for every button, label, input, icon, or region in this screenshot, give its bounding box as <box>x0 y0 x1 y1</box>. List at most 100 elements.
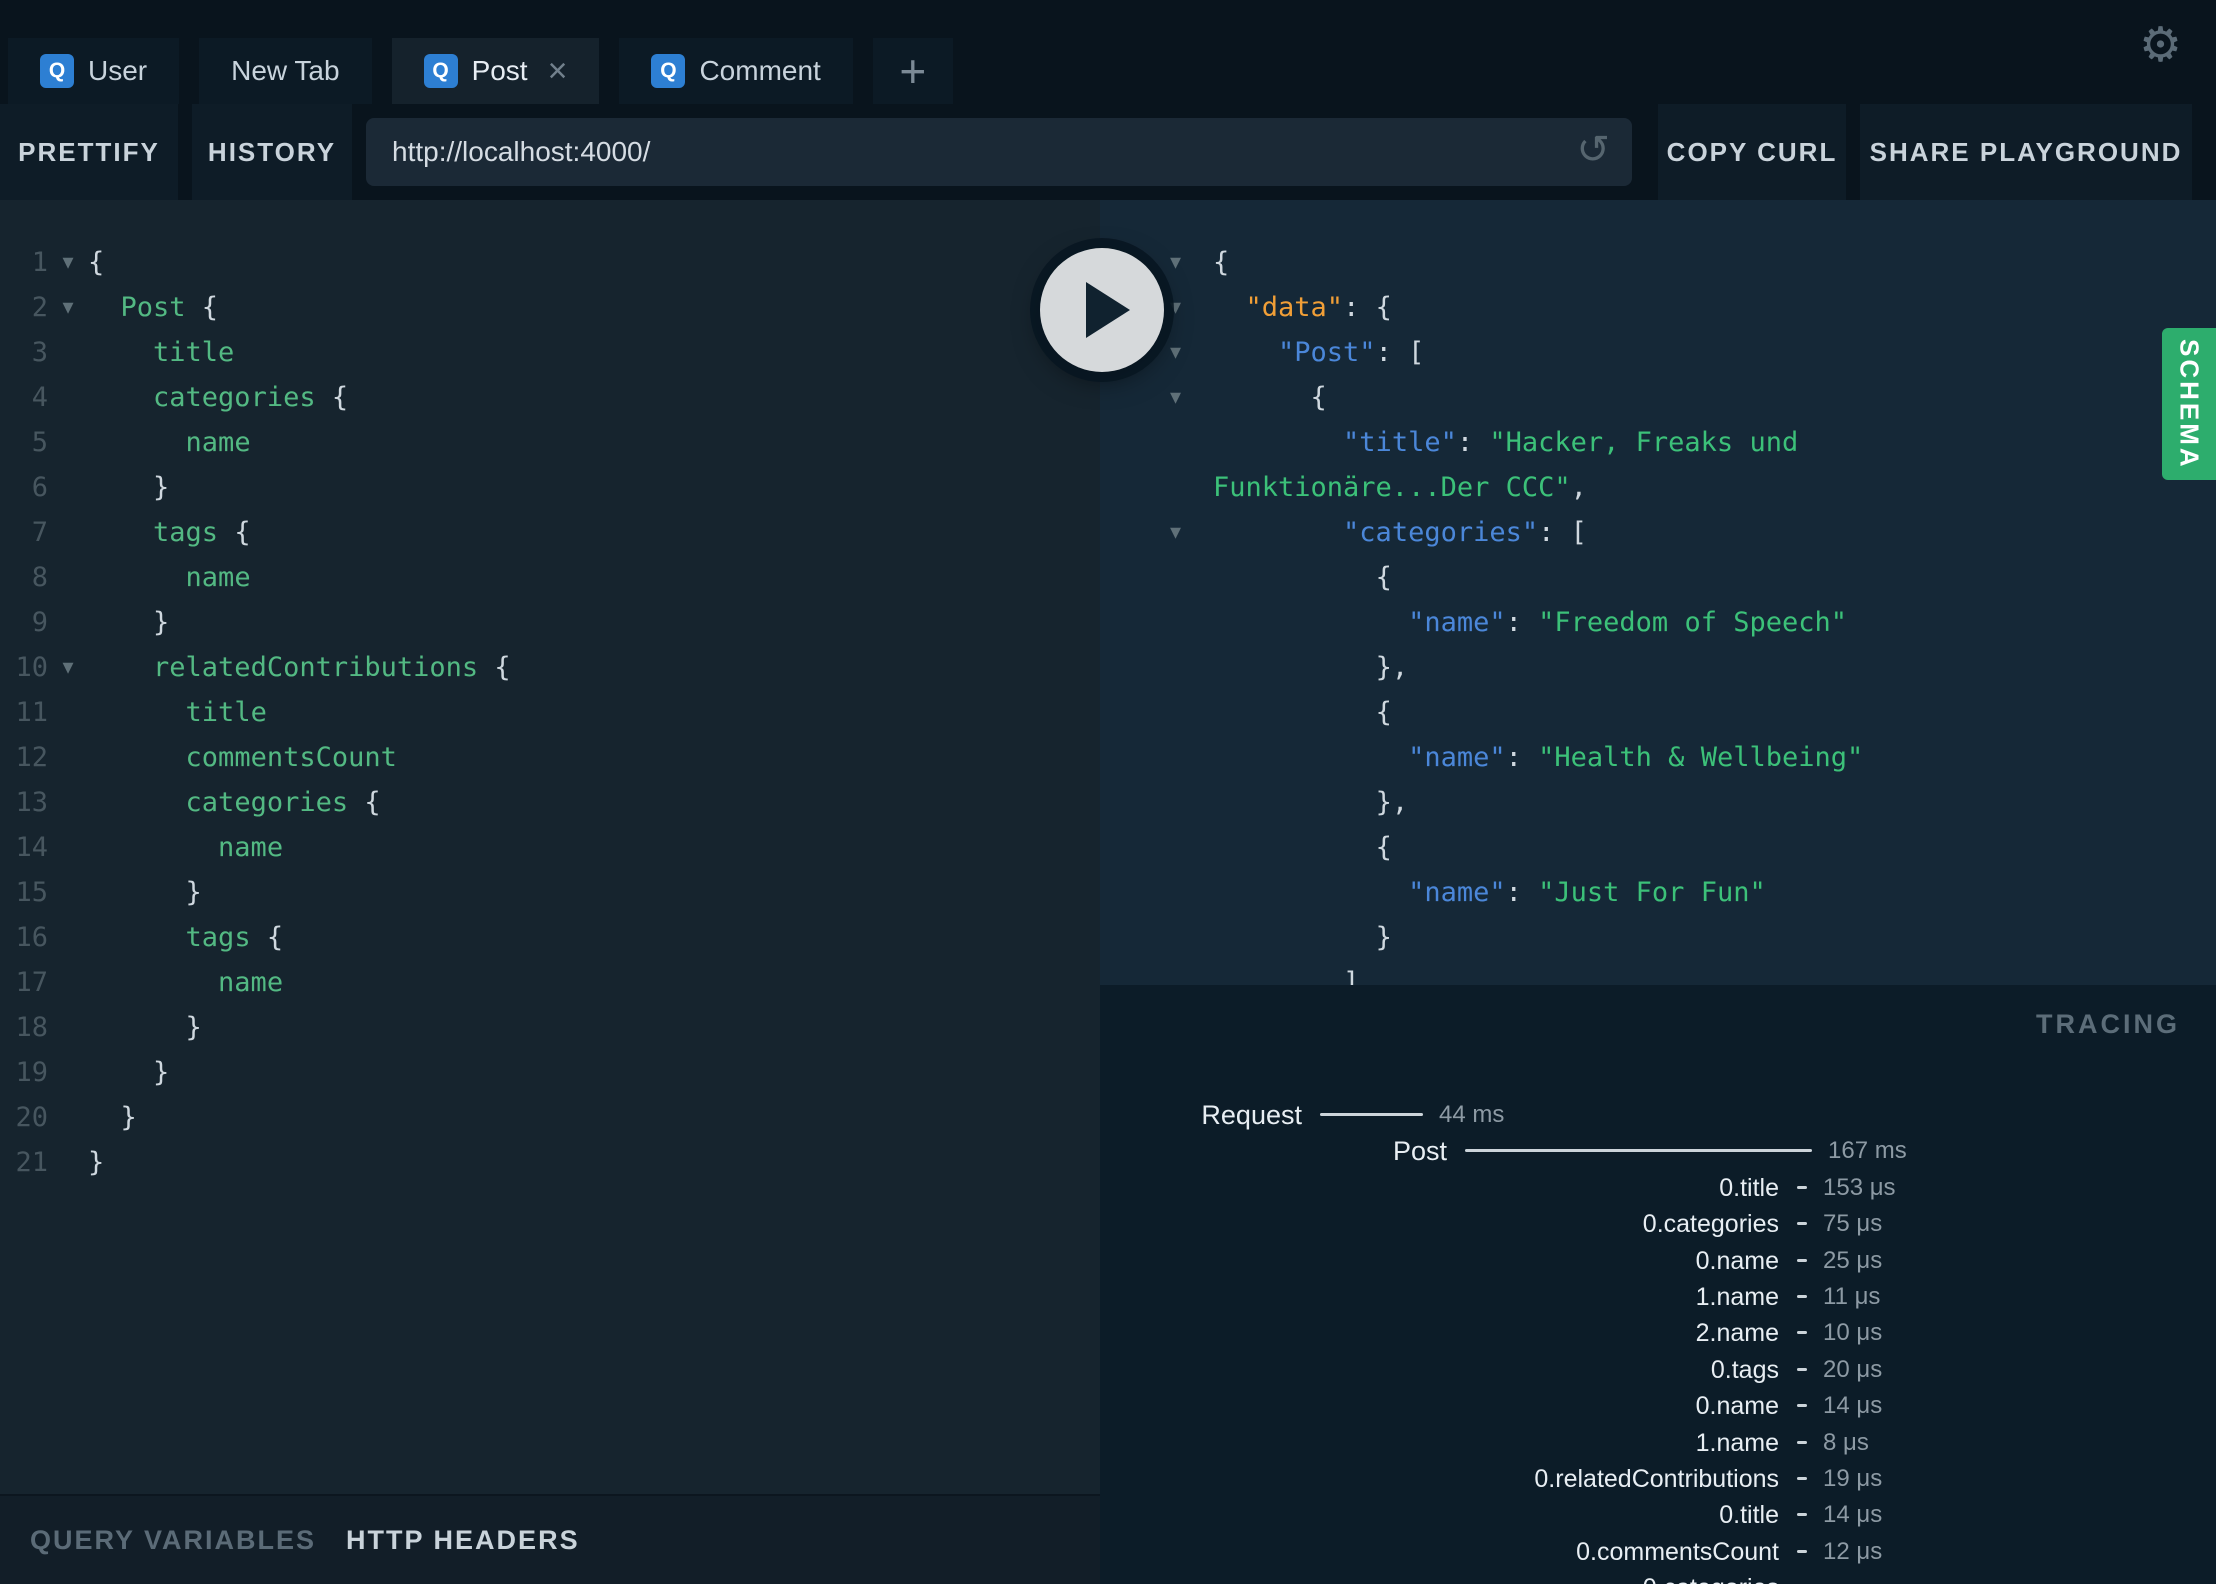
copy-curl-button[interactable]: COPY CURL <box>1658 104 1846 200</box>
tab-comment[interactable]: Q Comment <box>619 38 853 104</box>
new-tab-button[interactable]: + <box>872 38 953 104</box>
endpoint-url-input[interactable] <box>366 118 1632 186</box>
code-token: "data" <box>1245 292 1344 323</box>
trace-span-row: 2.name 10 μs <box>1100 1315 2216 1351</box>
query-line[interactable]: 8 name <box>0 555 1100 600</box>
code-token: name <box>185 562 251 593</box>
result-line: ▾ "Post": [ <box>1100 330 2216 375</box>
result-text: { <box>1213 240 1229 285</box>
query-line[interactable]: 5 name <box>0 420 1100 465</box>
query-line[interactable]: 21} <box>0 1140 1100 1185</box>
http-headers-tab[interactable]: HTTP HEADERS <box>346 1525 580 1556</box>
tracing-panel: TRACING Request 44 ms Post 167 ms 0.title 153… <box>1100 985 2216 1584</box>
query-line[interactable]: 9 } <box>0 600 1100 645</box>
query-line[interactable]: 18 } <box>0 1005 1100 1050</box>
code-token: { <box>88 247 105 278</box>
trace-span-time: 75 μs <box>1823 1210 1883 1238</box>
query-editor-pane[interactable]: 1 ▾{2 ▾ Post {3 title 4 categories {5 name 6… <box>0 200 1100 1494</box>
result-viewer-pane[interactable]: ▾{▾ "data": {▾ "Post": [▾ { "title": "Ha… <box>1100 200 2216 985</box>
trace-span-row: 1.name 11 μs <box>1100 1279 2216 1315</box>
line-number: 1 <box>31 247 48 278</box>
code-token: relatedContributions <box>153 652 479 683</box>
query-line[interactable]: 10 ▾ relatedContributions { <box>0 645 1100 690</box>
code-token: { <box>1375 832 1392 863</box>
result-line: { <box>1100 825 2216 870</box>
tab-user[interactable]: Q User <box>8 38 180 104</box>
query-line[interactable]: 2 ▾ Post { <box>0 285 1100 330</box>
fold-gutter <box>48 870 88 915</box>
fold-arrow-icon[interactable]: ▾ <box>1100 375 1213 420</box>
code-token: { <box>1213 247 1230 278</box>
fold-arrow-icon[interactable]: ▾ <box>48 285 88 330</box>
code-token: : <box>1505 607 1539 638</box>
query-line[interactable]: 19 } <box>0 1050 1100 1095</box>
code-token: "Post" <box>1278 337 1376 368</box>
query-line[interactable]: 17 name <box>0 960 1100 1005</box>
trace-span-bar <box>1797 1549 1807 1553</box>
fold-gutter <box>1100 645 1213 690</box>
query-line[interactable]: 12 commentsCount <box>0 735 1100 780</box>
fold-arrow-icon[interactable]: ▾ <box>48 240 88 285</box>
trace-span-label: 0.name <box>1695 1246 1779 1275</box>
tab-new-tab[interactable]: New Tab <box>199 38 372 104</box>
result-line: Funktionäre...Der CCC", <box>1100 465 2216 510</box>
fold-gutter <box>48 690 88 735</box>
code-token: , <box>1570 472 1587 503</box>
query-line[interactable]: 11 title <box>0 690 1100 735</box>
code-token: name <box>218 967 284 998</box>
code-text: name <box>88 960 283 1005</box>
line-number: 10 <box>15 652 48 683</box>
code-token: : <box>1505 742 1539 773</box>
trace-span-bar <box>1797 1222 1807 1226</box>
prettify-button[interactable]: PRETTIFY <box>0 104 178 200</box>
query-line[interactable]: 1 ▾{ <box>0 240 1100 285</box>
fold-gutter <box>48 1005 88 1050</box>
query-line[interactable]: 16 tags { <box>0 915 1100 960</box>
result-line: "title": "Hacker, Freaks und <box>1100 420 2216 465</box>
execute-query-button[interactable] <box>1040 248 1164 372</box>
fold-gutter <box>1100 960 1213 985</box>
reload-schema-icon[interactable]: ↺ <box>1576 130 1610 170</box>
code-token: : [ <box>1375 337 1425 368</box>
query-line[interactable]: 20 } <box>0 1095 1100 1140</box>
query-badge: Q <box>651 54 686 88</box>
query-line[interactable]: 15 } <box>0 870 1100 915</box>
code-token: "categories" <box>1343 517 1539 548</box>
query-line[interactable]: 4 categories { <box>0 375 1100 420</box>
code-token: { <box>185 292 219 323</box>
trace-span-bar <box>1797 1331 1807 1335</box>
query-variables-tab[interactable]: QUERY VARIABLES <box>30 1525 316 1556</box>
query-line[interactable]: 6 } <box>0 465 1100 510</box>
result-line: "name": "Freedom of Speech" <box>1100 600 2216 645</box>
result-line: ▾{ <box>1100 240 2216 285</box>
trace-span-bar <box>1797 1440 1807 1444</box>
fold-gutter <box>48 555 88 600</box>
query-line[interactable]: 13 categories { <box>0 780 1100 825</box>
code-token: { <box>348 787 381 818</box>
fold-arrow-icon[interactable]: ▾ <box>48 645 88 690</box>
history-button[interactable]: HISTORY <box>192 104 352 200</box>
settings-gear-icon[interactable]: ⚙ <box>2139 22 2182 70</box>
query-line[interactable]: 3 title <box>0 330 1100 375</box>
fold-gutter <box>1100 825 1213 870</box>
share-playground-button[interactable]: SHARE PLAYGROUND <box>1860 104 2192 200</box>
schema-side-tab[interactable]: SCHEMA <box>2162 328 2216 480</box>
code-text: tags { <box>88 510 251 555</box>
result-text: "categories": [ <box>1213 510 1587 555</box>
fold-arrow-icon[interactable]: ▾ <box>1100 510 1213 555</box>
query-line[interactable]: 7 tags { <box>0 510 1100 555</box>
close-tab-icon[interactable]: × <box>548 54 568 88</box>
trace-span-time: 167 ms <box>1828 1137 1907 1165</box>
query-line[interactable]: 14 name <box>0 825 1100 870</box>
trace-span-time: 44 ms <box>1439 1101 1505 1128</box>
trace-span-row: 0.relatedContributions 19 μs <box>1100 1461 2216 1497</box>
tab-post[interactable]: Q Post × <box>391 38 600 104</box>
line-number: 19 <box>15 1057 48 1088</box>
